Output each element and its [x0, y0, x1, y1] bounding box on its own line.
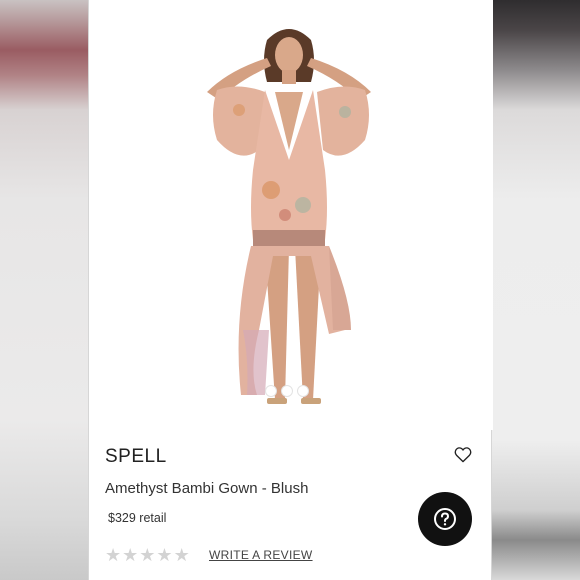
- question-icon: [434, 508, 456, 530]
- product-image[interactable]: [89, 0, 493, 430]
- star-icon: ★: [139, 545, 156, 565]
- product-price: $329 retail: [108, 511, 167, 525]
- carousel-dot-2[interactable]: [281, 385, 293, 397]
- write-review-link[interactable]: WRITE A REVIEW: [209, 548, 313, 562]
- favorite-button[interactable]: [452, 443, 474, 465]
- background-blur-right: [492, 0, 580, 580]
- help-button[interactable]: [418, 492, 472, 546]
- carousel-dots: [265, 385, 309, 397]
- star-icon: ★: [105, 545, 122, 565]
- carousel-dot-1[interactable]: [265, 385, 277, 397]
- product-brand[interactable]: SPELL: [105, 446, 167, 468]
- carousel-dot-3[interactable]: [297, 385, 309, 397]
- star-icon: ★: [156, 545, 173, 565]
- rating-stars: ★ ★ ★ ★ ★: [105, 546, 190, 564]
- product-title[interactable]: Amethyst Bambi Gown - Blush: [105, 480, 308, 497]
- star-icon: ★: [122, 545, 139, 565]
- product-card: SPELL Amethyst Bambi Gown - Blush $329 r…: [88, 0, 493, 580]
- heart-icon: [454, 446, 472, 462]
- star-icon: ★: [173, 545, 190, 565]
